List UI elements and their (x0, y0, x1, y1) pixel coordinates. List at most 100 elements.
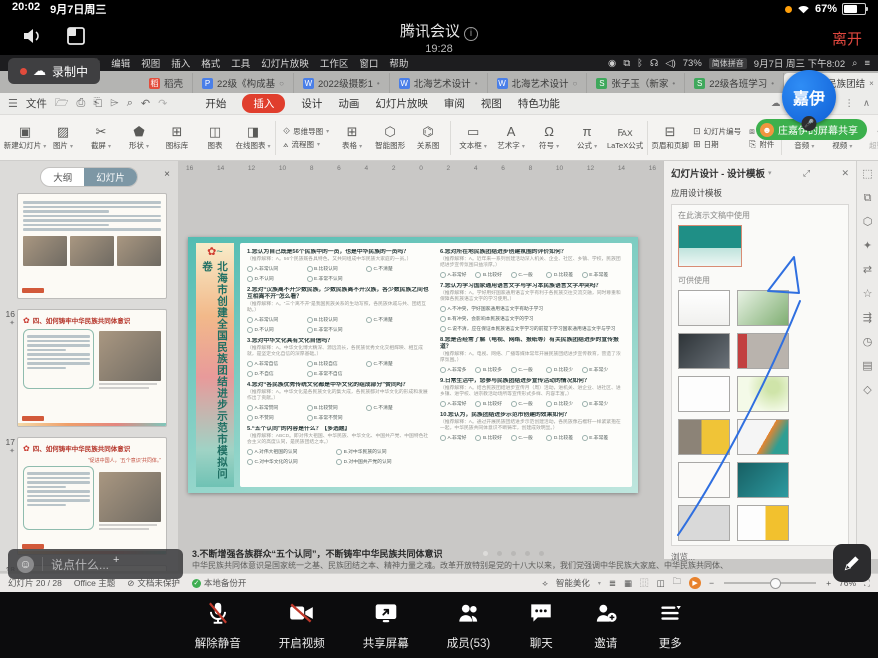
word-art-button[interactable]: A艺术字 ▾ (492, 124, 530, 151)
cam-off-button[interactable]: 开启视频 (279, 600, 325, 651)
template-thumbnail[interactable] (678, 462, 730, 498)
main-menu-icon[interactable]: ☰ (8, 97, 18, 110)
volume-icon[interactable]: ◁) (665, 58, 675, 69)
document-tab[interactable]: W北海艺术设计• (390, 73, 488, 93)
reading-view-icon[interactable]: ◫ (657, 578, 665, 589)
close-panel-icon[interactable]: × (164, 169, 170, 180)
document-tab[interactable]: P22级《构成基○ (193, 73, 294, 93)
ribbon-tab-幻灯片放映[interactable]: 幻灯片放映 (375, 96, 428, 111)
menu-工作区[interactable]: 工作区 (320, 56, 349, 70)
attachment-button[interactable]: ⎘附件 (749, 139, 774, 150)
ribbon-tab-设计[interactable]: 设计 (301, 96, 322, 111)
template-thumbnail[interactable] (737, 333, 789, 369)
menu-帮助[interactable]: 帮助 (389, 56, 408, 70)
document-tab[interactable]: 稻稻壳 (140, 73, 193, 93)
template-thumbnail[interactable] (737, 290, 789, 326)
browse-templates-link[interactable]: 浏览... (671, 551, 849, 563)
template-thumbnail[interactable] (678, 290, 730, 326)
menu-幻灯片放映[interactable]: 幻灯片放映 (261, 56, 309, 70)
comment-pane-icon[interactable]: ◇ (863, 385, 871, 396)
chart-button[interactable]: ◫图表 (196, 124, 234, 151)
ribbon-tab-特色功能[interactable]: 特色功能 (518, 96, 560, 111)
backup-status[interactable]: 本地备份开 (204, 577, 247, 589)
slide-number-button[interactable]: ⊡幻灯片编号 (693, 126, 741, 137)
slide-thumbnail[interactable]: ✿四、如何铸牢中华民族共同体意识“促进中国人，‘五个意识’共同体。” (17, 437, 167, 555)
output-icon[interactable]: ⎗ (93, 97, 102, 110)
members-button[interactable]: 成员(53) (447, 600, 490, 651)
preview-icon[interactable]: ⌕ (127, 97, 133, 110)
picture-button[interactable]: ▨图片 ▾ (44, 124, 82, 151)
slide-thumbnail[interactable]: ✿四、如何铸牢中华民族共同体意识 (17, 309, 167, 427)
template-thumbnail[interactable] (678, 376, 730, 412)
open-icon[interactable]: 🗁 (55, 94, 69, 113)
zoom-in-button[interactable]: + (826, 578, 831, 588)
document-tab[interactable]: S张子玉（新家• (587, 73, 685, 93)
date-button[interactable]: ⊞日期 (693, 139, 741, 150)
popout-panel-icon[interactable]: ⤢ (803, 168, 810, 179)
transition-pane-icon[interactable]: ⇶ (863, 313, 872, 324)
table-button[interactable]: ⊞表格 ▾ (333, 124, 371, 151)
fill-pane-icon[interactable]: ⬡ (863, 217, 873, 228)
meeting-info-icon[interactable]: i (464, 27, 478, 41)
save-icon[interactable]: ⎙ (77, 97, 86, 110)
close-tab-icon[interactable]: × (869, 79, 874, 88)
animation-pane-icon[interactable]: ☆ (863, 289, 873, 300)
mind-map-button[interactable]: ⟐思维导图▾ (283, 126, 329, 137)
properties-pane-icon[interactable]: ⬚ (862, 169, 872, 180)
template-thumbnail[interactable] (737, 376, 789, 412)
selection-pane-icon[interactable]: ⇄ (863, 265, 872, 276)
chat-button[interactable]: 聊天 (528, 600, 554, 651)
shapes-pane-icon[interactable]: ⧉ (864, 193, 872, 204)
smart-graphic-button[interactable]: ⬡智能图形 (371, 124, 409, 151)
input-method-badge[interactable]: 简体拼音 (709, 58, 747, 69)
display-mirror-icon[interactable]: ⧉ (623, 58, 630, 69)
spotlight-icon[interactable]: ⌕ (852, 58, 857, 69)
share-screen-button[interactable]: 共享屏幕 (363, 600, 409, 651)
template-thumbnail[interactable] (678, 419, 730, 455)
document-tab[interactable]: S22级各班学习• (685, 73, 784, 93)
online-chart-button[interactable]: ◨在线图表 ▾ (234, 124, 272, 151)
menu-工具[interactable]: 工具 (231, 56, 250, 70)
document-tab[interactable]: W北海艺术设计○ (488, 73, 588, 93)
template-thumbnail[interactable] (678, 505, 730, 541)
zoom-slider[interactable] (724, 582, 816, 584)
menu-格式[interactable]: 格式 (201, 56, 220, 70)
latex-button[interactable]: ℻LaTeX公式 (606, 124, 644, 151)
leave-meeting-button[interactable]: 离开 (832, 28, 862, 49)
participant-avatar[interactable]: 嘉伊 🎤 (782, 70, 836, 124)
zoom-out-button[interactable]: − (709, 578, 714, 588)
recording-badge[interactable]: ☁ 录制中 (8, 58, 100, 84)
formula-button[interactable]: π公式 ▾ (568, 124, 606, 151)
slide-sorter-icon[interactable]: ▦ (624, 578, 632, 589)
control-center-icon[interactable]: ≡ (864, 58, 870, 69)
history-pane-icon[interactable]: ◷ (863, 337, 873, 348)
menu-插入[interactable]: 插入 (171, 56, 190, 70)
ribbon-tab-插入[interactable]: 插入 (242, 94, 285, 113)
undo-icon[interactable]: ↶ (141, 97, 150, 110)
ribbon-tab-审阅[interactable]: 审阅 (444, 96, 465, 111)
folder-view-icon[interactable]: 🗀 (673, 576, 682, 590)
menu-窗口[interactable]: 窗口 (359, 56, 378, 70)
ribbon-tab-视图[interactable]: 视图 (481, 96, 502, 111)
icon-library-button[interactable]: ⊞图标库 (158, 124, 196, 151)
close-design-panel-icon[interactable]: ✕ (841, 168, 849, 179)
beautify-button[interactable]: 智能美化 (556, 577, 590, 589)
template-thumbnail[interactable] (737, 419, 789, 455)
header-footer-button[interactable]: ⊟页眉和页脚 (651, 124, 689, 151)
wifi-menu-icon[interactable]: ☊ (650, 58, 658, 69)
template-thumbnail[interactable] (737, 462, 789, 498)
effects-pane-icon[interactable]: ✦ (863, 241, 872, 252)
ribbon-tab-开始[interactable]: 开始 (205, 96, 226, 111)
template-thumbnail[interactable] (737, 505, 789, 541)
document-tab[interactable]: W2022级摄影1• (294, 73, 390, 93)
symbol-button[interactable]: Ω符号 ▾ (530, 124, 568, 151)
shapes-button[interactable]: ⬟形状 ▾ (120, 124, 158, 151)
panel-caret-icon[interactable]: ▾ (768, 169, 772, 177)
flow-chart-button[interactable]: ⟑流程图▾ (283, 139, 329, 150)
redo-icon[interactable]: ↷ (158, 97, 167, 110)
screenshot-button[interactable]: ✂截屏 ▾ (82, 124, 120, 151)
chat-input-placeholder[interactable]: 说点什么... (51, 556, 109, 573)
text-box-button[interactable]: ▭文本框 ▾ (454, 124, 492, 151)
slideshow-play-button[interactable]: ▶ (689, 577, 701, 589)
slide-thumbnail[interactable] (17, 193, 167, 299)
